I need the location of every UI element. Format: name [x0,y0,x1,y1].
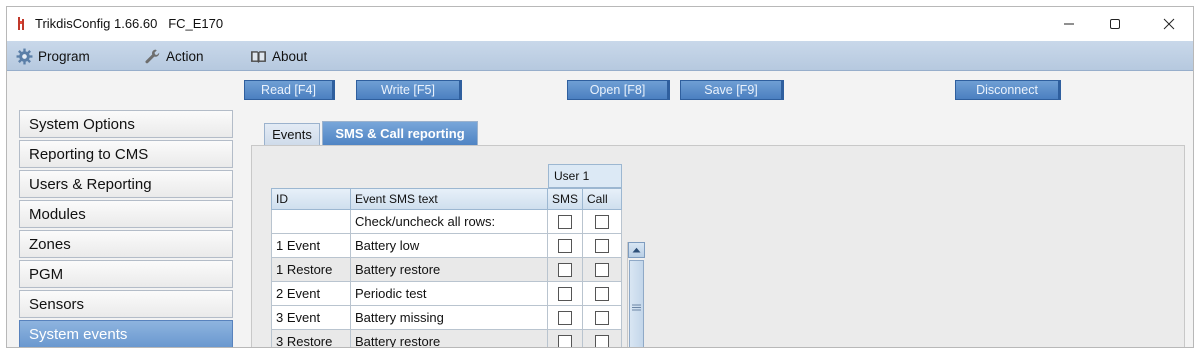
write-button[interactable]: Write [F5] [356,80,462,100]
check-all-label: Check/uncheck all rows: [351,210,548,234]
window-title: TrikdisConfig 1.66.60 FC_E170 [35,16,224,31]
check-all-call-cell [583,210,622,234]
sidebar-item-users-reporting[interactable]: Users & Reporting [19,170,233,198]
book-icon [251,50,266,63]
grip-icon [632,304,641,311]
column-header-call[interactable]: Call [583,188,622,210]
row-id: 3 Event [271,306,351,330]
column-header-sms[interactable]: SMS [548,188,583,210]
call-checkbox[interactable] [595,262,609,277]
sidebar-item-system-events[interactable]: System events [19,320,233,347]
grid-vertical-scrollbar[interactable] [627,242,645,347]
gear-icon [16,48,33,64]
row-id: 2 Event [271,282,351,306]
wrench-icon [145,49,160,63]
check-all-call-checkbox[interactable] [595,214,609,229]
call-checkbox[interactable] [595,334,609,347]
chevron-up-icon [632,247,641,253]
app-window: TrikdisConfig 1.66.60 FC_E170 Program Ac… [6,6,1194,348]
menu-program[interactable]: Program [16,41,90,71]
minimize-icon [1064,23,1074,25]
row-call-cell [583,258,622,282]
maximize-button[interactable] [1092,7,1138,41]
sidebar-item-zones[interactable]: Zones [19,230,233,258]
row-call-cell [583,306,622,330]
close-icon [1163,18,1175,30]
sidebar-item-system-options[interactable]: System Options [19,110,233,138]
table-row[interactable]: 2 Event Periodic test [271,282,622,306]
close-button[interactable] [1146,7,1192,41]
row-call-cell [583,330,622,347]
column-header-id[interactable]: ID [271,188,351,210]
check-all-sms-checkbox[interactable] [558,214,572,229]
check-all-sms-cell [548,210,583,234]
tab-sms-call-reporting[interactable]: SMS & Call reporting [322,121,478,145]
row-event-text: Battery low [351,234,548,258]
open-button[interactable]: Open [F8] [567,80,670,100]
call-checkbox[interactable] [595,286,609,301]
row-event-text: Periodic test [351,282,548,306]
table-row[interactable]: 3 Event Battery missing [271,306,622,330]
read-button[interactable]: Read [F4] [244,80,335,100]
row-id: 3 Restore [271,330,351,347]
row-sms-cell [548,258,583,282]
menu-program-label: Program [38,48,90,64]
save-button[interactable]: Save [F9] [680,80,784,100]
sidebar-item-reporting-to-cms[interactable]: Reporting to CMS [19,140,233,168]
menu-action[interactable]: Action [144,41,204,71]
sidebar-item-sensors[interactable]: Sensors [19,290,233,318]
tab-events[interactable]: Events [264,123,320,145]
row-event-text: Battery missing [351,306,548,330]
row-id: 1 Restore [271,258,351,282]
app-logo-icon [18,17,24,30]
call-checkbox[interactable] [595,310,609,325]
menu-bar: Program Action About [7,41,1193,71]
sms-checkbox[interactable] [558,286,572,301]
row-sms-cell [548,306,583,330]
user-group-header: User 1 [548,164,622,188]
row-sms-cell [548,234,583,258]
table-row[interactable]: 1 Event Battery low [271,234,622,258]
row-sms-cell [548,282,583,306]
menu-about-label: About [272,48,308,64]
row-event-text: Battery restore [351,258,548,282]
row-call-cell [583,234,622,258]
column-header-event-sms-text[interactable]: Event SMS text [351,188,548,210]
table-row[interactable]: 1 Restore Battery restore [271,258,622,282]
minimize-button[interactable] [1046,7,1092,41]
call-checkbox[interactable] [595,238,609,253]
row-event-text: Battery restore [351,330,548,347]
disconnect-button[interactable]: Disconnect [955,80,1061,100]
sms-checkbox[interactable] [558,262,572,277]
check-all-id-cell [271,210,351,234]
menu-action-label: Action [166,48,204,64]
menu-about[interactable]: About [250,41,307,71]
scroll-up-button[interactable] [628,242,645,258]
table-row[interactable]: 3 Restore Battery restore [271,330,622,347]
scroll-thumb[interactable] [629,260,644,347]
row-sms-cell [548,330,583,347]
sidebar-item-modules[interactable]: Modules [19,200,233,228]
sms-checkbox[interactable] [558,238,572,253]
sms-checkbox[interactable] [558,310,572,325]
sms-checkbox[interactable] [558,334,572,347]
row-id: 1 Event [271,234,351,258]
maximize-icon [1110,19,1120,29]
row-call-cell [583,282,622,306]
title-bar: TrikdisConfig 1.66.60 FC_E170 [7,7,1193,41]
sidebar-item-pgm[interactable]: PGM [19,260,233,288]
check-all-row: Check/uncheck all rows: [271,210,622,234]
sms-call-grid: User 1 ID Event SMS text SMS Call Check/… [271,164,622,347]
